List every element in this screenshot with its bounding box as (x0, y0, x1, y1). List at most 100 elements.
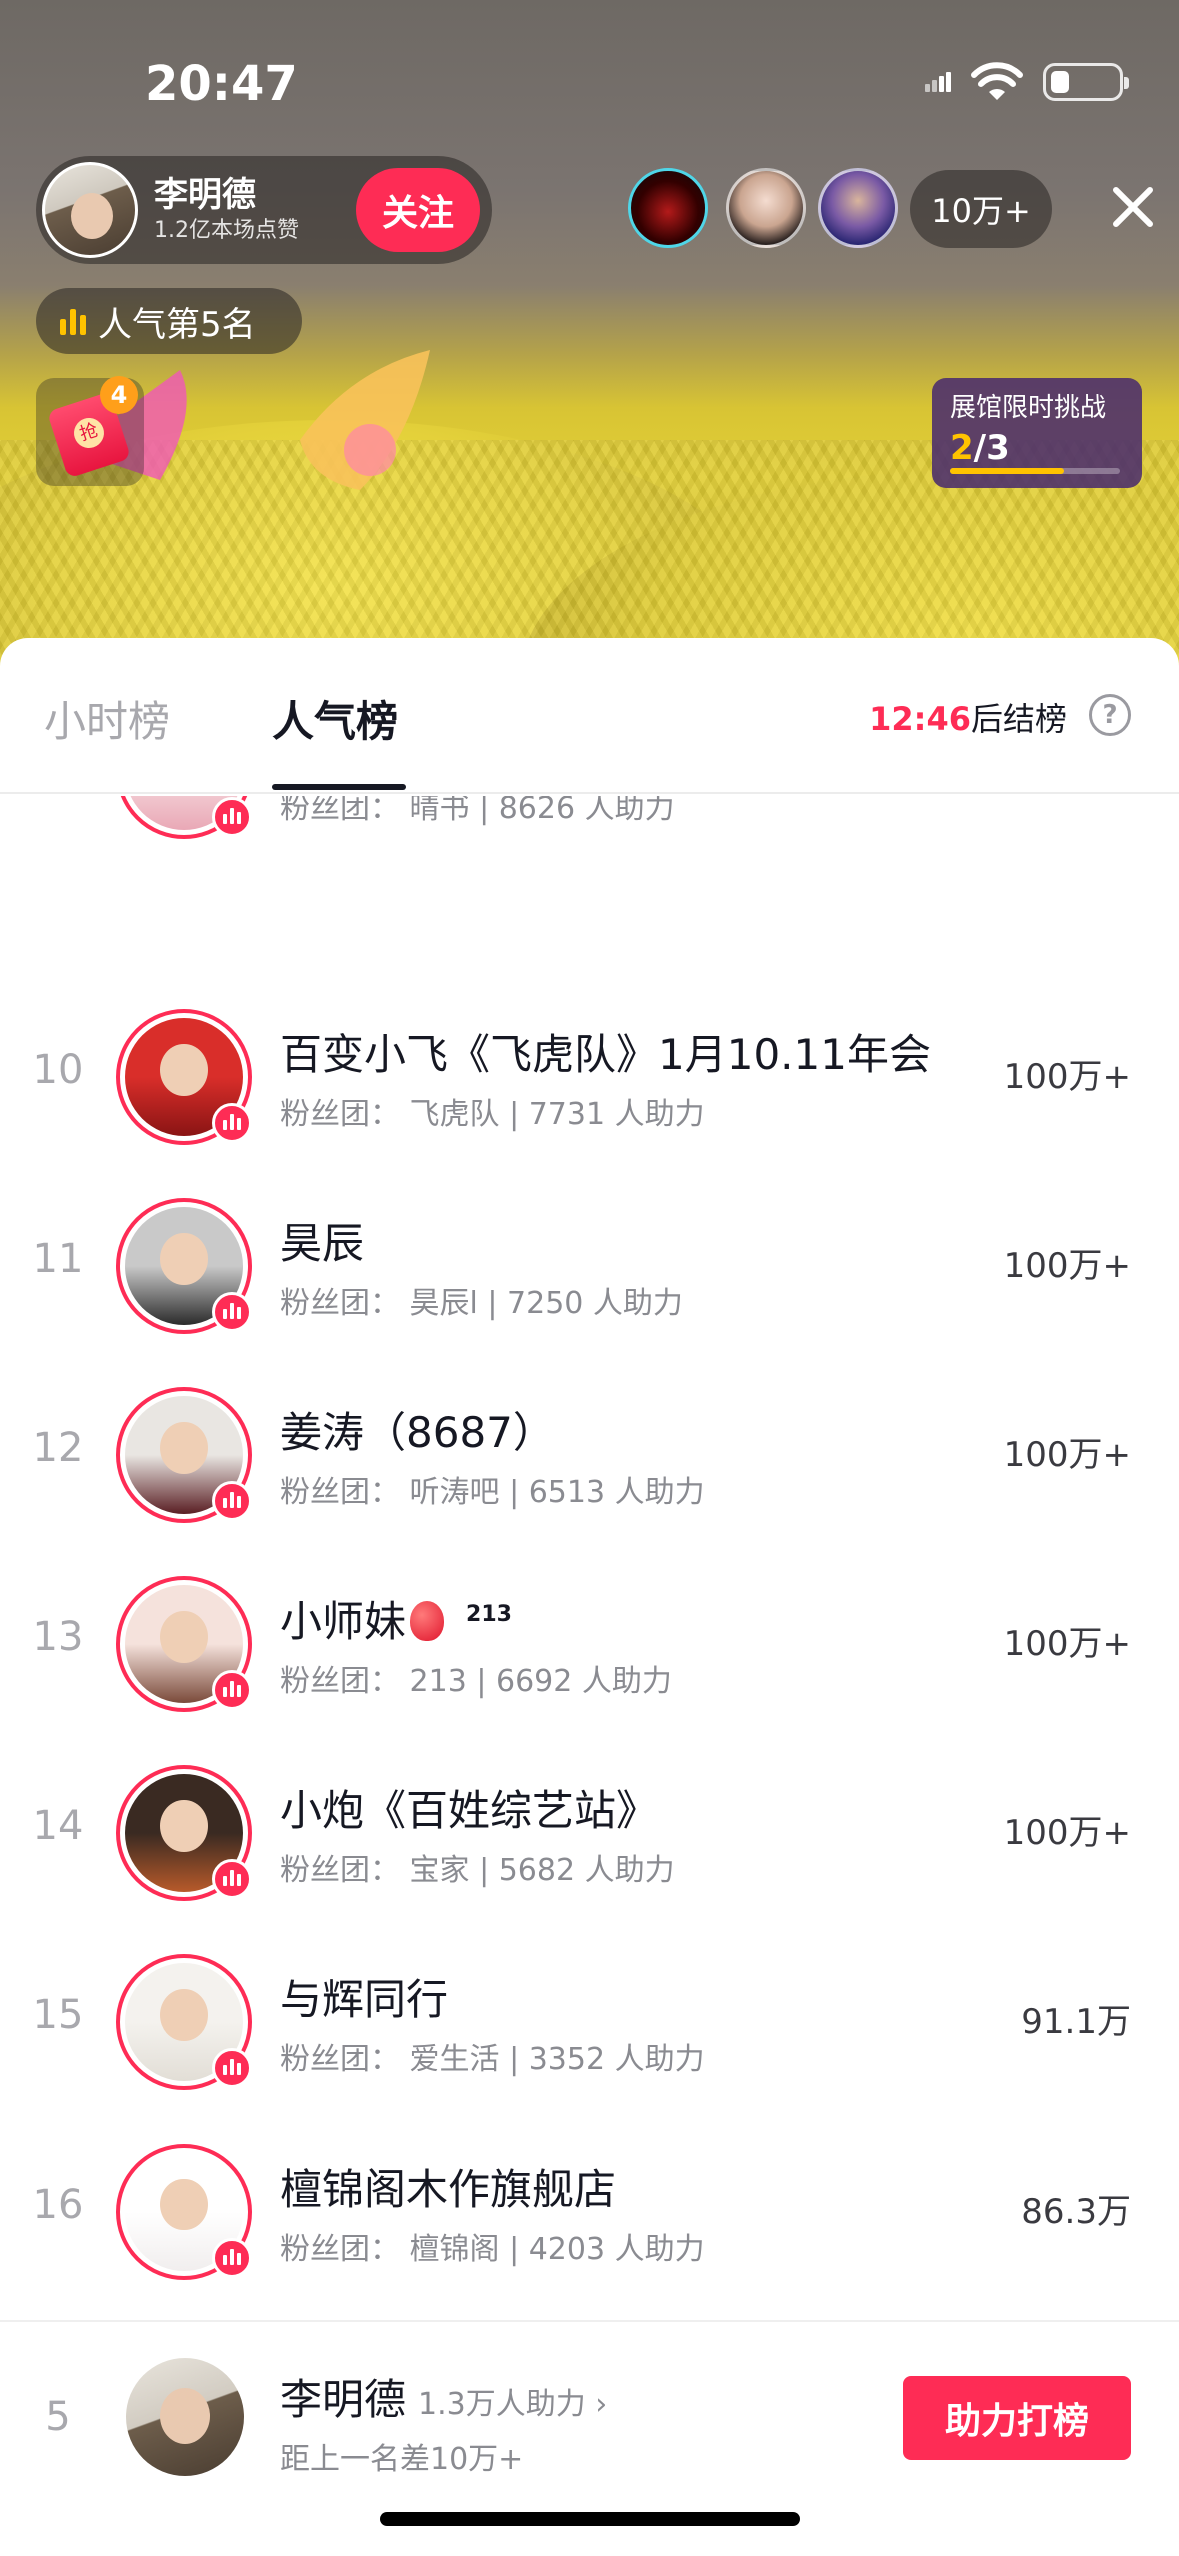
user-badge-number: 213 (466, 1602, 512, 1628)
countdown-suffix: 后结榜 (970, 700, 1067, 738)
my-gap: 距上一名差10万+ (280, 2442, 524, 2477)
ranking-row[interactable]: 13 小师妹 213 粉丝团： 213 | 6692 人助力 100万+ (0, 1552, 1179, 1740)
live-bars-icon (212, 1292, 252, 1333)
user-avatar[interactable] (116, 1198, 252, 1335)
popularity-score: 100万+ (1003, 1435, 1131, 1476)
ranking-row[interactable]: 14 小炮《百姓综艺站》粉丝团： 宝家 | 5682 人助力 100万+ (0, 1741, 1179, 1929)
my-name-line[interactable]: 李明德 1.3万人助力 › (280, 2366, 607, 2427)
rank-number: 12 (32, 1425, 84, 1472)
ranking-row[interactable]: 12 姜涛（8687） 粉丝团： 听涛吧 | 6513 人助力 100万+ (0, 1363, 1179, 1551)
tab-hourly[interactable]: 小时榜 (44, 688, 170, 749)
challenge-title: 展馆限时挑战 (950, 393, 1107, 423)
user-avatar[interactable] (116, 1576, 252, 1713)
boost-button[interactable]: 助力打榜 (903, 2376, 1131, 2460)
challenge-total: /3 (973, 428, 1010, 468)
top-viewer-avatar[interactable] (818, 168, 898, 248)
live-bars-icon (212, 1859, 252, 1900)
my-name: 李明德 (280, 2375, 407, 2424)
user-avatar[interactable] (116, 796, 252, 839)
user-name: 檀锦阁木作旗舰店 (280, 2164, 617, 2214)
fan-club-info: 粉丝团： 檀锦阁 | 4203 人助力 (280, 2231, 705, 2267)
home-indicator (380, 2512, 800, 2526)
rank-number: 14 (32, 1803, 84, 1850)
signal-icon (925, 72, 951, 92)
user-name: 昊辰 (280, 1219, 365, 1269)
help-icon[interactable]: ? (1089, 694, 1131, 736)
popularity-score: 100万+ (1003, 1057, 1131, 1098)
my-rank: 5 (45, 2394, 71, 2440)
user-name: 小师妹 213 (280, 1597, 512, 1647)
countdown-time: 12:46 (869, 700, 971, 738)
wifi-icon (971, 62, 1023, 100)
popularity-score: 100万+ (1003, 1813, 1131, 1854)
fan-club-info: 粉丝团： 宝家 | 5682 人助力 (280, 1853, 675, 1889)
rank-number: 15 (32, 1992, 84, 2039)
live-bars-icon (212, 1103, 252, 1144)
live-bars-icon (212, 796, 252, 837)
live-bars-icon (212, 1670, 252, 1711)
fan-club-info: 粉丝团： 昊辰l | 7250 人助力 (280, 1286, 683, 1322)
fan-club-info: 粉丝团： 爱生活 | 3352 人助力 (280, 2042, 705, 2078)
challenge-progress-text: 2/3 (950, 426, 1124, 470)
red-packet-button[interactable]: 抢 4 (36, 376, 144, 486)
popularity-score: 100万+ (1003, 1624, 1131, 1665)
my-support: 1.3万人助力 › (418, 2387, 608, 2422)
ranking-sheet: 小时榜 人气榜 12:46后结榜 ? 9粉丝团： 晴书 | 8626 人助力10… (0, 638, 1179, 2556)
follow-button[interactable]: 关注 (356, 168, 480, 252)
live-bars-icon (212, 2237, 252, 2278)
red-packet-badge: 4 (100, 376, 138, 414)
ranking-row[interactable]: 10 百变小飞《飞虎队》1月10.11年会粉丝团： 飞虎队 | 7731 人助力 1… (0, 985, 1179, 1173)
challenge-progress-fill (950, 468, 1064, 474)
host-pill[interactable]: 李明德 1.2亿本场点赞 关注 (36, 156, 492, 264)
top-viewer-avatar[interactable] (726, 168, 806, 248)
user-name: 百变小飞《飞虎队》1月10.11年会 (280, 1030, 931, 1080)
ranking-row[interactable]: 17 (0, 2309, 1179, 2316)
rank-number: 16 (32, 2181, 84, 2228)
host-avatar[interactable] (42, 162, 138, 258)
user-avatar[interactable] (116, 2143, 252, 2280)
status-icons (925, 62, 1129, 102)
ranking-row[interactable]: 16 檀锦阁木作旗舰店粉丝团： 檀锦阁 | 4203 人助力 86.3万 (0, 2120, 1179, 2308)
bar-chart-icon (60, 307, 86, 335)
challenge-progress-bar (950, 468, 1120, 474)
ranking-row[interactable]: 9粉丝团： 晴书 | 8626 人助力100万+ (0, 796, 1179, 867)
user-avatar[interactable] (116, 1954, 252, 2091)
ranking-list[interactable]: 9粉丝团： 晴书 | 8626 人助力100万+ 10 百变小飞《飞虎队》1月10.… (0, 796, 1179, 2316)
rank-number: 10 (32, 1047, 84, 1094)
popularity-score: 86.3万 (1021, 2191, 1131, 2232)
user-name: 姜涛（8687） (280, 1408, 555, 1458)
user-avatar[interactable] (116, 1765, 252, 1902)
ranking-row[interactable]: 11 昊辰粉丝团： 昊辰l | 7250 人助力 100万+ (0, 1174, 1179, 1362)
rank-number: 11 (32, 1236, 84, 1283)
popularity-score: 100万+ (1003, 1246, 1131, 1287)
user-avatar[interactable] (116, 1009, 252, 1146)
user-avatar[interactable] (116, 1387, 252, 1524)
top-viewer-avatar[interactable] (628, 168, 708, 248)
fan-club-info: 粉丝团： 飞虎队 | 7731 人助力 (280, 1097, 705, 1133)
fan-club-info: 粉丝团： 213 | 6692 人助力 (280, 1664, 672, 1700)
my-avatar[interactable] (126, 2358, 244, 2476)
balloon-icon (410, 1600, 445, 1641)
challenge-card[interactable]: 展馆限时挑战 2/3 (932, 378, 1142, 488)
tab-active-indicator (272, 784, 406, 790)
viewer-count[interactable]: 10万+ (910, 170, 1052, 248)
tab-popularity[interactable]: 人气榜 (272, 688, 398, 749)
popularity-score: 91.1万 (1021, 2002, 1131, 2043)
user-name: 与辉同行 (280, 1975, 449, 2025)
popularity-rank-label: 人气第5名 (98, 304, 256, 345)
rank-number: 13 (32, 1614, 84, 1661)
live-bars-icon (212, 2048, 252, 2089)
live-bars-icon (212, 1481, 252, 1522)
status-time: 20:47 (145, 56, 298, 112)
user-name: 小炮《百姓综艺站》 (280, 1786, 659, 1836)
fan-club-info: 粉丝团： 晴书 | 8626 人助力 (280, 796, 675, 826)
host-name: 李明德 (154, 175, 256, 215)
ranking-row[interactable]: 15 与辉同行粉丝团： 爱生活 | 3352 人助力 91.1万 (0, 1930, 1179, 2118)
challenge-current: 2 (950, 428, 974, 468)
close-icon[interactable] (1108, 182, 1158, 232)
yellow-ear-prop (300, 350, 430, 490)
countdown: 12:46后结榜 (869, 694, 1067, 740)
fan-club-info: 粉丝团： 听涛吧 | 6513 人助力 (280, 1475, 705, 1511)
popularity-rank-pill[interactable]: 人气第5名 (36, 288, 302, 354)
host-likes: 1.2亿本场点赞 (154, 218, 299, 243)
